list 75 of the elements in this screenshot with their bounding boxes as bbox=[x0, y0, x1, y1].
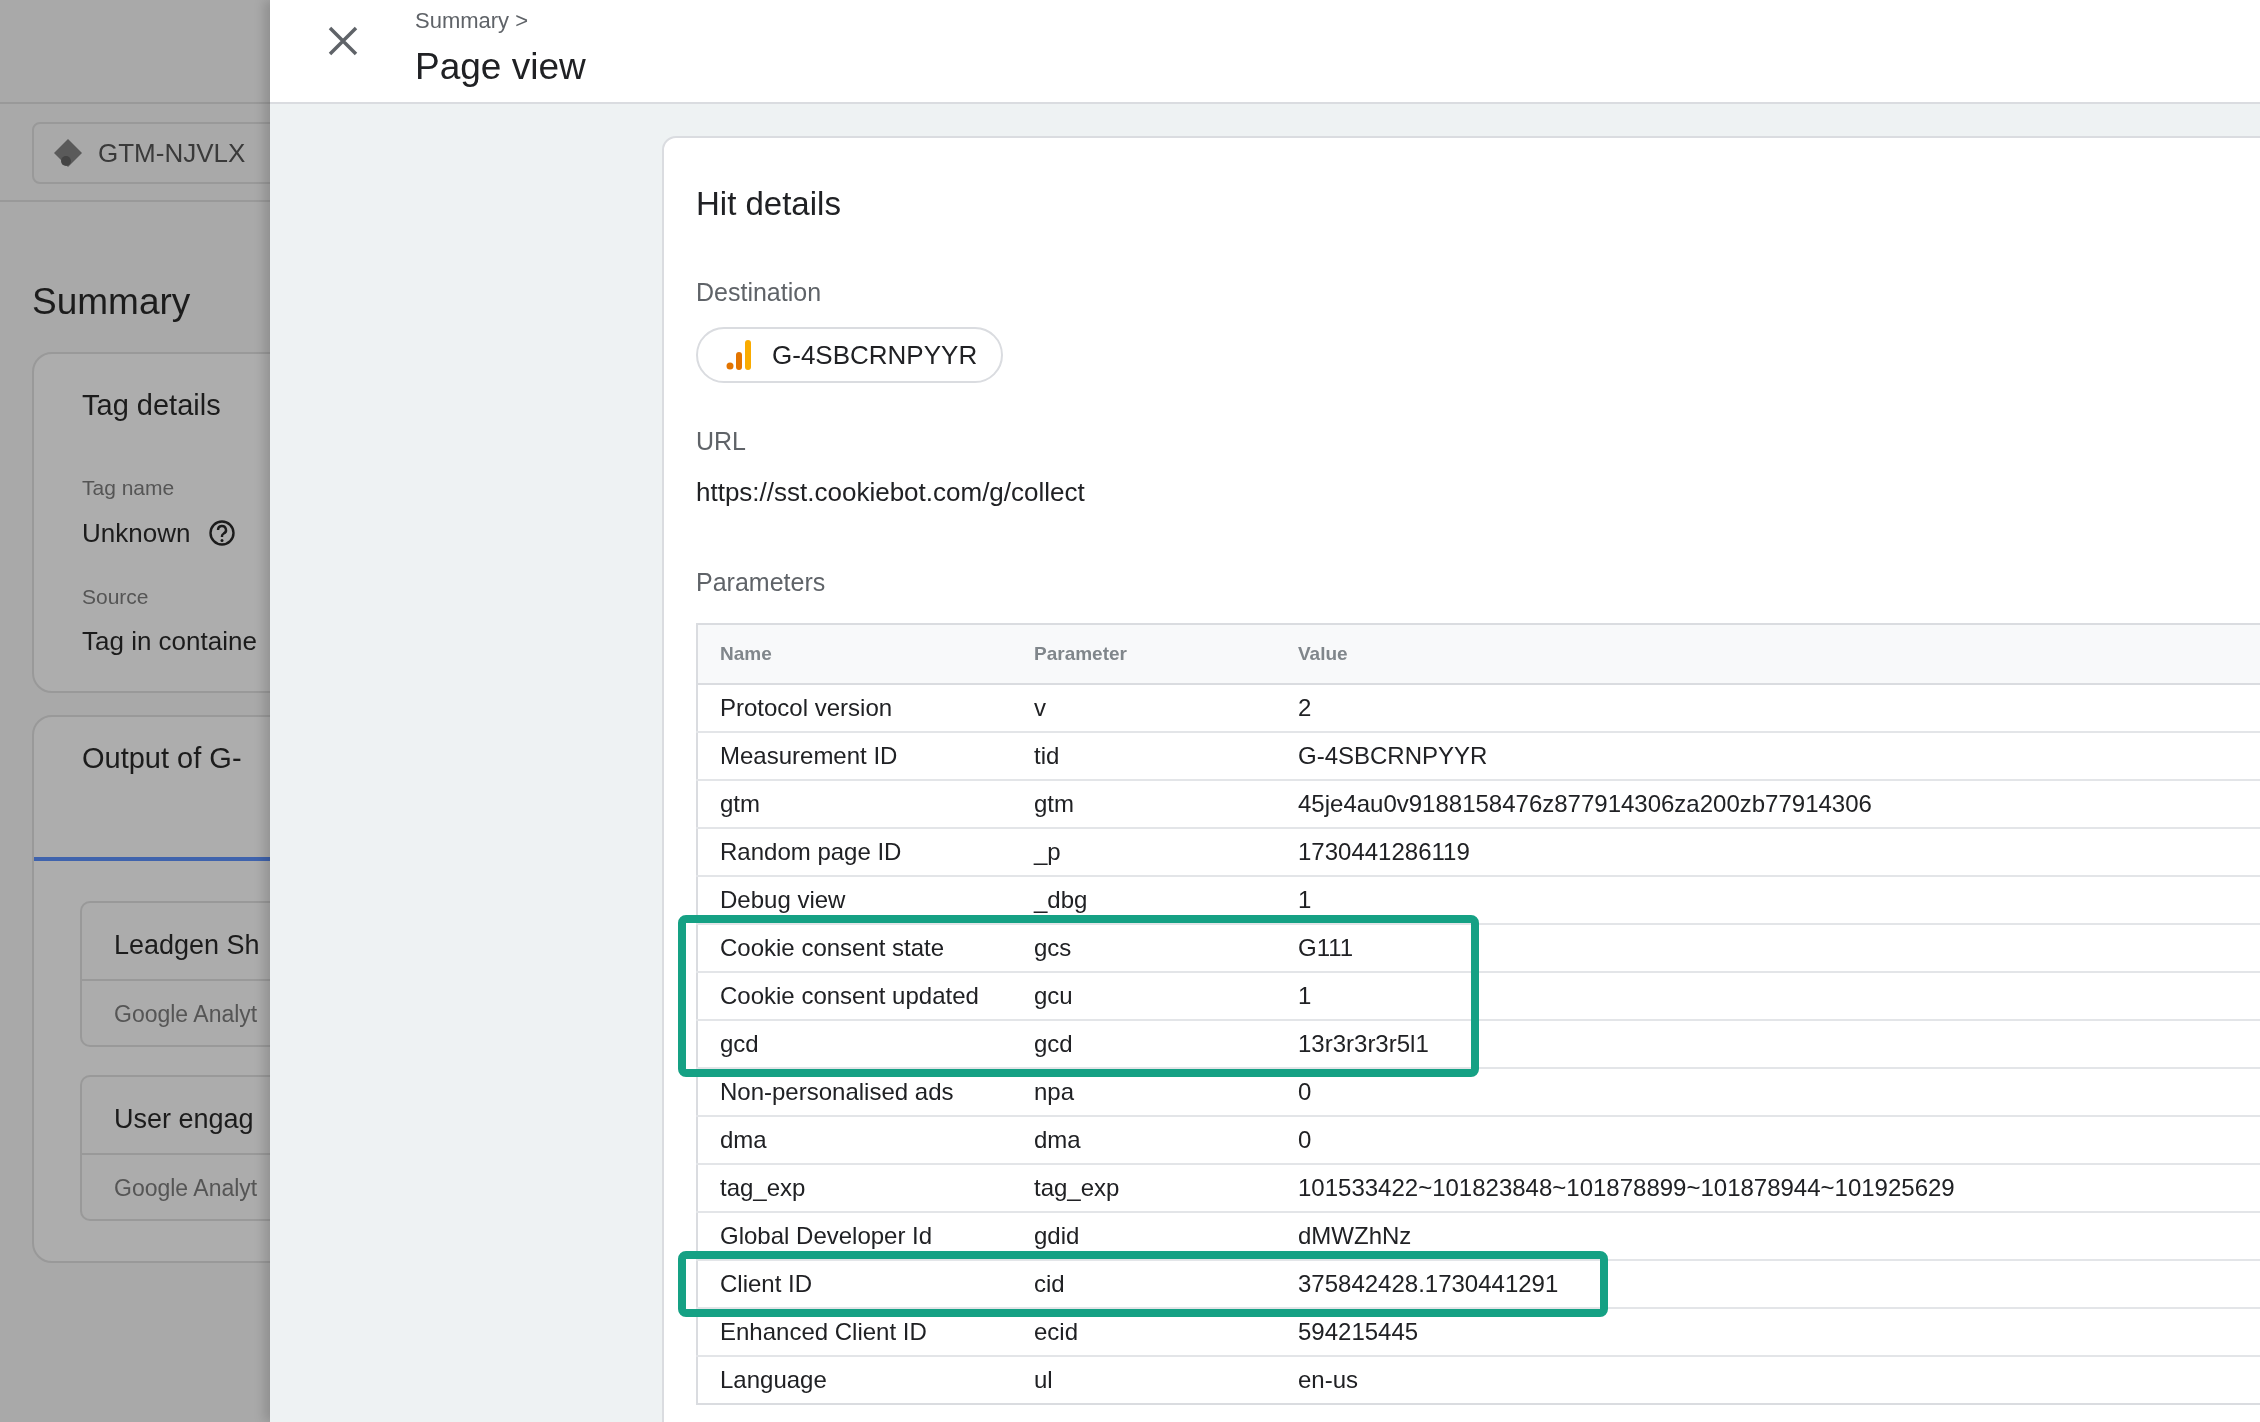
tag-name: Leadgen Sh bbox=[114, 930, 260, 961]
table-cell: 45je4au0v9188158476z877914306za200zb77914306 bbox=[1297, 780, 2260, 829]
table-cell: 0 bbox=[1297, 1068, 2260, 1117]
section-label: Parameters bbox=[696, 566, 827, 598]
table-cell: tid bbox=[1033, 732, 1297, 781]
table-cell: v bbox=[1033, 684, 1297, 733]
table-cell: Random page ID bbox=[697, 828, 1033, 877]
table-cell: Protocol version bbox=[697, 684, 1033, 733]
table-cell: 1 bbox=[1297, 972, 2260, 1021]
table-cell: en-us bbox=[1297, 1356, 2260, 1405]
table-cell: Debug view bbox=[697, 876, 1033, 925]
destination-chip[interactable]: G-4SBCRNPYYR bbox=[696, 327, 1004, 384]
table-cell: 0 bbox=[1297, 1116, 2260, 1165]
table-cell: G111 bbox=[1297, 924, 2260, 973]
field-value: Tag in containe bbox=[82, 625, 257, 659]
table-cell: gcd bbox=[1033, 1020, 1297, 1069]
close-button[interactable] bbox=[326, 24, 360, 58]
table-cell: Language bbox=[697, 1356, 1033, 1405]
table-cell: Cookie consent updated bbox=[697, 972, 1033, 1021]
table-cell: 594215445 bbox=[1297, 1308, 2260, 1357]
table-cell: 375842428.1730441291 bbox=[1297, 1260, 2260, 1309]
table-cell: dma bbox=[697, 1116, 1033, 1165]
table-cell: gtm bbox=[697, 780, 1033, 829]
table-cell: _p bbox=[1033, 828, 1297, 877]
card-title: Tag details bbox=[82, 387, 222, 423]
table-cell: Global Developer Id bbox=[697, 1212, 1033, 1261]
field-label: Source bbox=[82, 583, 150, 610]
table-cell: 1 bbox=[1297, 876, 2260, 925]
table-cell: G-4SBCRNPYYR bbox=[1297, 732, 2260, 781]
container-id: GTM-NJVLX bbox=[98, 136, 246, 170]
table-cell: Client ID bbox=[697, 1260, 1033, 1309]
table-cell: Measurement ID bbox=[697, 732, 1033, 781]
table-cell: ecid bbox=[1033, 1308, 1297, 1357]
table-cell: gcu bbox=[1033, 972, 1297, 1021]
table-cell: cid bbox=[1033, 1260, 1297, 1309]
table-cell: 2 bbox=[1297, 684, 2260, 733]
field-value: Unknown bbox=[82, 516, 191, 550]
close-icon bbox=[326, 24, 360, 58]
card-title: Hit details bbox=[696, 184, 842, 224]
table-cell: 13r3r3r3r5l1 bbox=[1297, 1020, 2260, 1069]
table-cell: ul bbox=[1033, 1356, 1297, 1405]
table-cell: tag_exp bbox=[1033, 1164, 1297, 1213]
column-header: Value bbox=[1297, 624, 2260, 685]
column-header: Parameter bbox=[1033, 624, 1297, 685]
drawer-title: Page view bbox=[415, 45, 586, 89]
url-text: https://sst.cookiebot.com/g/collect bbox=[696, 475, 1086, 509]
table-cell: gdid bbox=[1033, 1212, 1297, 1261]
tag-name: User engag bbox=[114, 1104, 254, 1135]
section-label: URL bbox=[696, 426, 747, 458]
table-cell: npa bbox=[1033, 1068, 1297, 1117]
bar-chart-icon bbox=[726, 340, 752, 371]
table-cell: 1730441286119 bbox=[1297, 828, 2260, 877]
tag-type: Google Analyt bbox=[114, 1001, 258, 1028]
section-label: Destination bbox=[696, 276, 823, 308]
table-cell: dma bbox=[1033, 1116, 1297, 1165]
column-header: Name bbox=[697, 624, 1033, 685]
table-cell: Non-personalised ads bbox=[697, 1068, 1033, 1117]
table-cell: gcs bbox=[1033, 924, 1297, 973]
table-cell: tag_exp bbox=[697, 1164, 1033, 1213]
breadcrumb-link[interactable]: Summary > bbox=[415, 4, 586, 37]
help-icon[interactable] bbox=[208, 519, 237, 548]
table-cell: gcd bbox=[697, 1020, 1033, 1069]
tag-card[interactable]: Leadgen Sh Google Analyt bbox=[80, 901, 270, 1048]
diamond-logo-icon bbox=[52, 137, 84, 169]
tag-type: Google Analyt bbox=[114, 1175, 258, 1202]
table-cell: gtm bbox=[1033, 780, 1297, 829]
table-cell: Cookie consent state bbox=[697, 924, 1033, 973]
card-title: Output of G- bbox=[81, 741, 243, 777]
table-cell: dMWZhNz bbox=[1297, 1212, 2260, 1261]
table-cell: 101533422~101823848~101878899~101878944~101925629 bbox=[1297, 1164, 2260, 1213]
tag-card[interactable]: User engag Google Analyt bbox=[80, 1075, 270, 1222]
page-title: Summary bbox=[32, 280, 192, 324]
table-cell: _dbg bbox=[1033, 876, 1297, 925]
table-cell: Enhanced Client ID bbox=[697, 1308, 1033, 1357]
field-label: Tag name bbox=[82, 475, 176, 502]
